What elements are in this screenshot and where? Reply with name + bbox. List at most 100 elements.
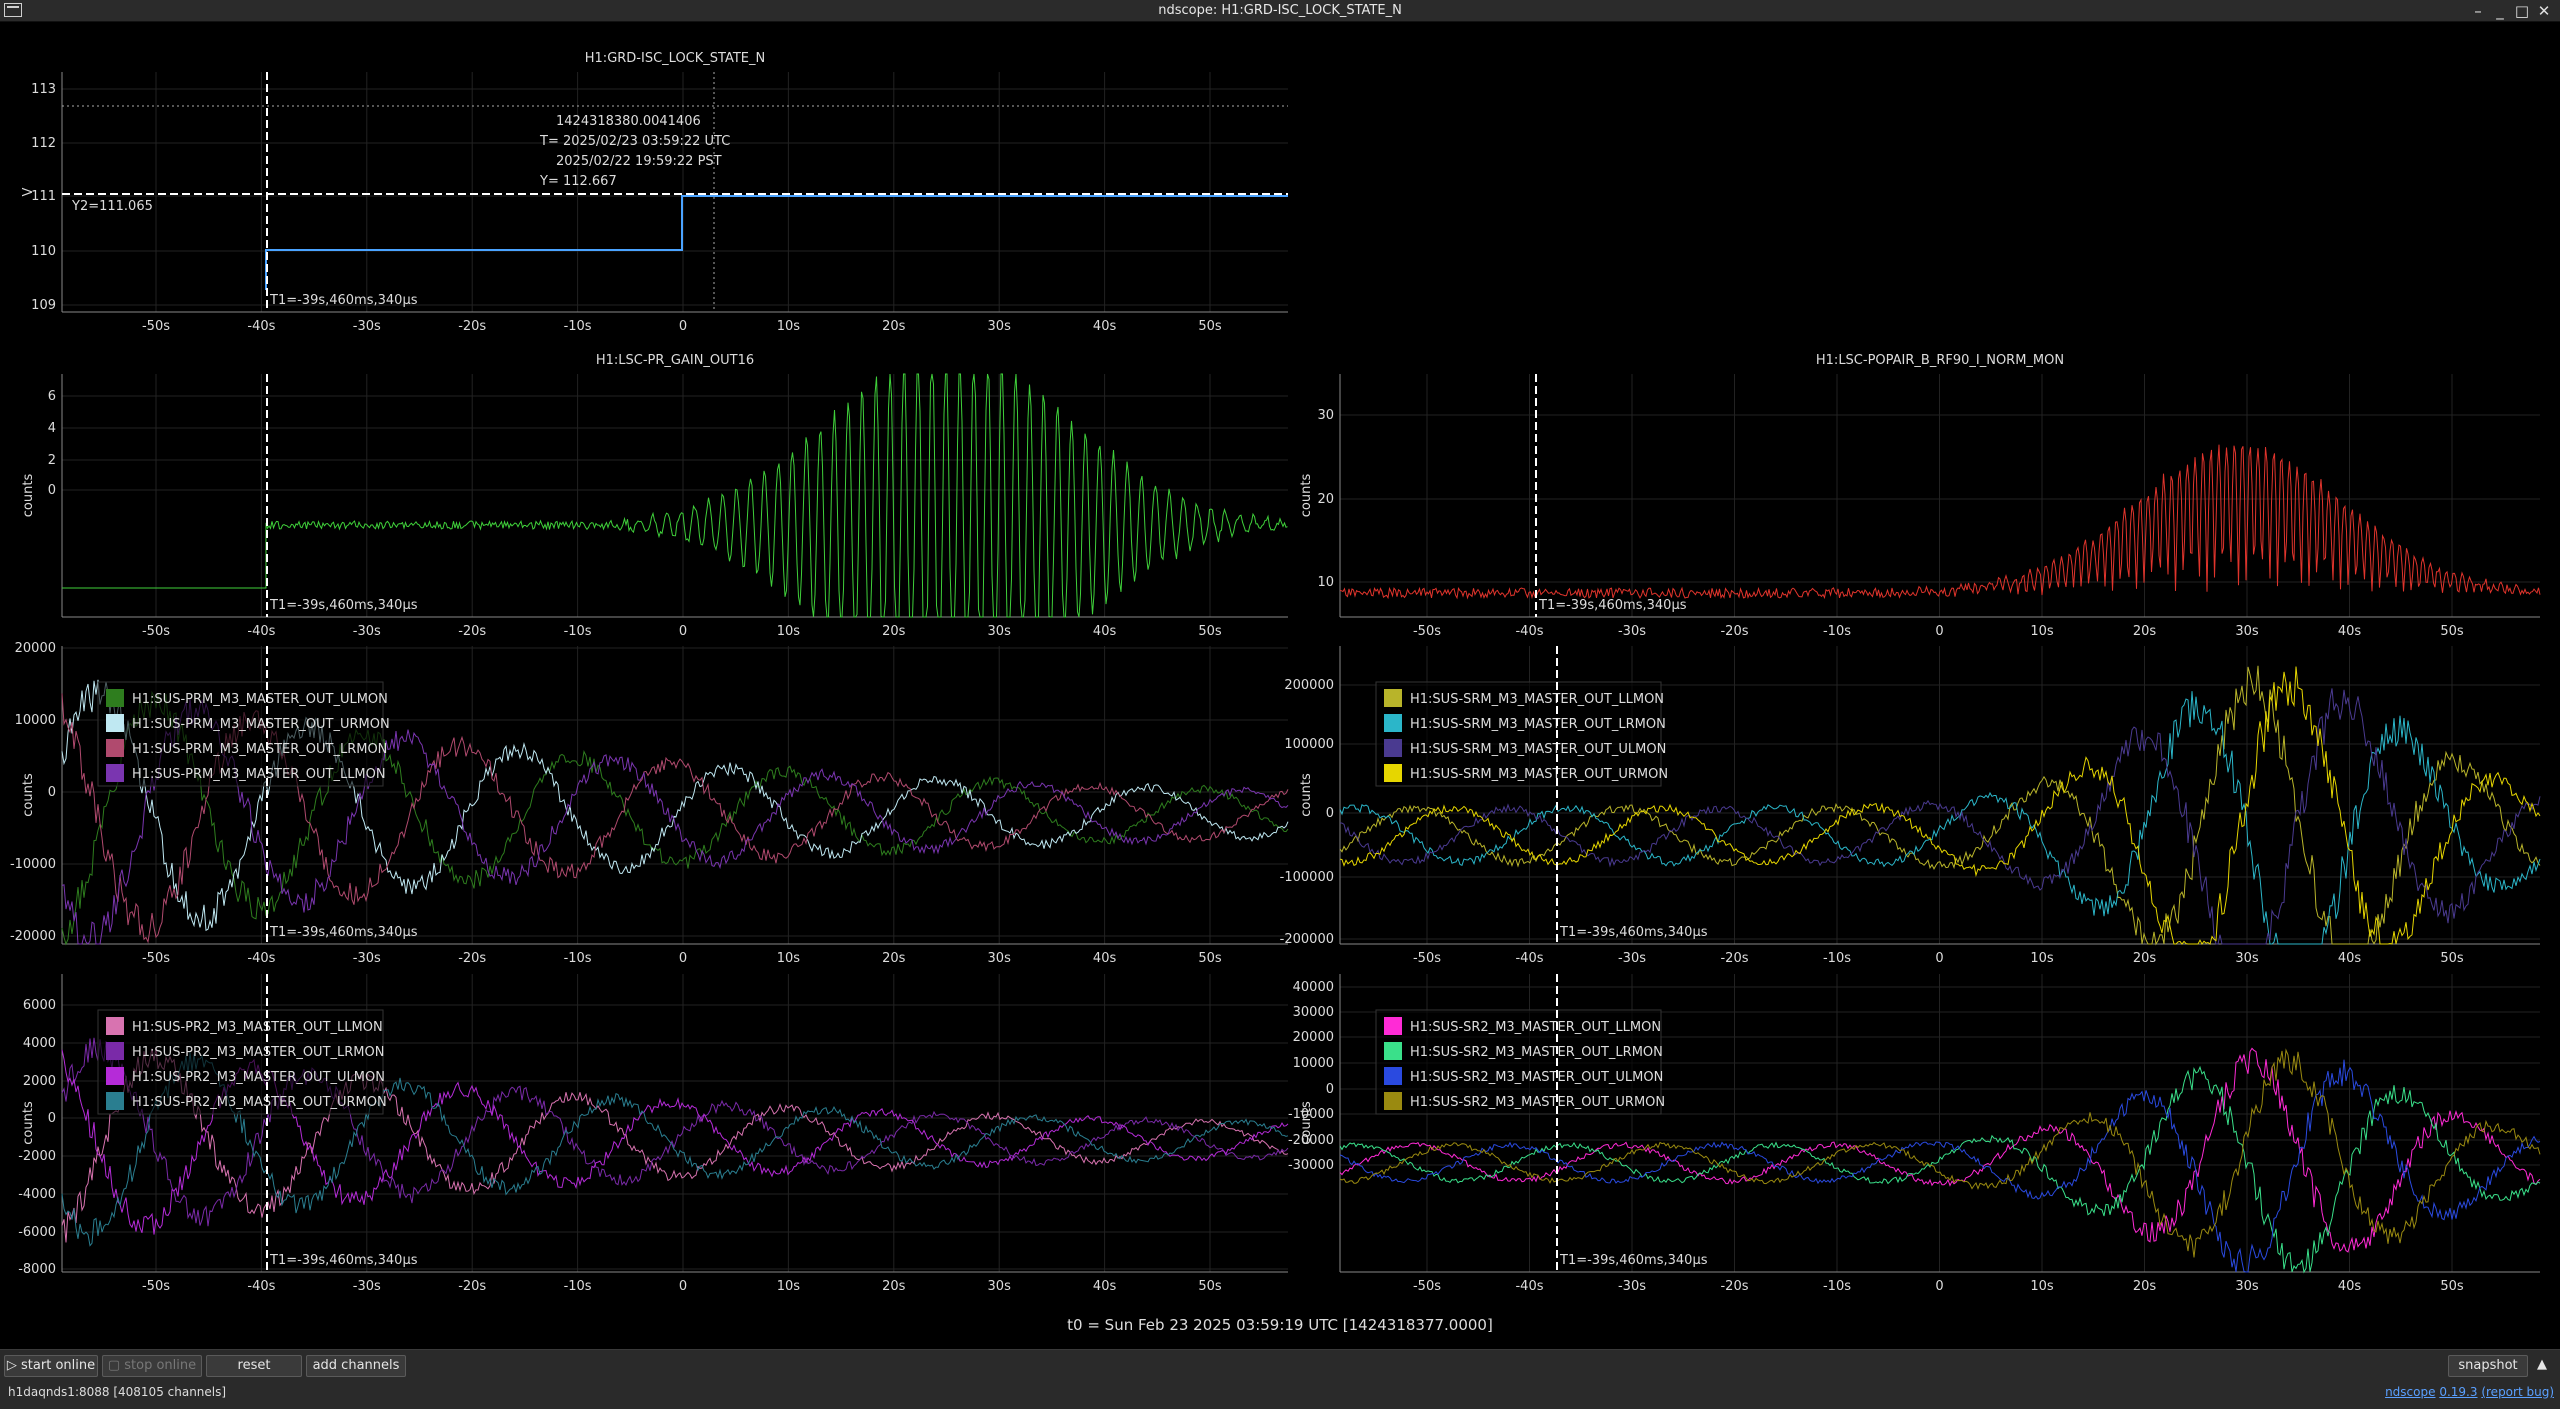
x-tick-label: -30s: [353, 624, 381, 639]
x-tick-label: 50s: [1198, 624, 1222, 639]
minimize-icon[interactable]: –: [2468, 1, 2488, 21]
x-tick-label: 50s: [1198, 319, 1222, 334]
x-tick-label: 0: [1935, 951, 1943, 966]
plot-title: H1:GRD-ISC_LOCK_STATE_N: [585, 51, 765, 66]
t1-cursor-label: T1=-39s,460ms,340µs: [269, 1253, 418, 1268]
legend-swatch: [106, 739, 124, 757]
y-tick-label: 10: [1317, 575, 1334, 590]
legend-swatch: [1384, 1042, 1402, 1060]
t1-cursor-label: T1=-39s,460ms,340µs: [269, 293, 418, 308]
y2-label: Y2=111.065: [71, 199, 153, 214]
plot-area[interactable]: -50s -40s -30s -20s -10s 0 10s 20s 30s 40s 50s 113 1…: [0, 22, 2560, 1349]
server-status: h1daqnds1:8088 [408105 channels]: [8, 1385, 227, 1399]
x-tick-label: 40s: [2338, 624, 2362, 639]
x-tick-label: 20s: [2133, 624, 2157, 639]
x-tick-label: 30s: [988, 1279, 1012, 1294]
x-tick-label: 30s: [988, 319, 1012, 334]
y-tick-label: 6: [48, 389, 56, 404]
x-tick-label: -50s: [142, 1279, 170, 1294]
x-tick-label: 10s: [777, 624, 801, 639]
y-tick-label: 109: [31, 298, 56, 313]
x-tick-label: -10s: [564, 319, 592, 334]
window-title: ndscope: H1:GRD-ISC_LOCK_STATE_N: [1158, 3, 1402, 18]
y-tick-label: 0: [48, 483, 56, 498]
y-tick-label: 0: [48, 785, 56, 800]
x-tick-label: 0: [679, 319, 687, 334]
report-bug-link[interactable]: (report bug): [2481, 1385, 2554, 1399]
x-tick-label: 10s: [777, 951, 801, 966]
y-tick-label: -30000: [1288, 1158, 1334, 1173]
legend-swatch: [106, 689, 124, 707]
legend-swatch: [106, 1092, 124, 1110]
y-tick-label: 40000: [1293, 980, 1334, 995]
x-tick-label: -30s: [1618, 951, 1646, 966]
plot-title: H1:LSC-POPAIR_B_RF90_I_NORM_MON: [1816, 353, 2064, 368]
plot-title: H1:LSC-PR_GAIN_OUT16: [596, 353, 754, 368]
y-tick-label: 10000: [15, 713, 56, 728]
x-tick-label: -10s: [564, 1279, 592, 1294]
x-tick-label: 20s: [882, 319, 906, 334]
legend-swatch: [106, 1017, 124, 1035]
x-tick-label: -20s: [1720, 624, 1748, 639]
add-channels-button[interactable]: add channels: [306, 1355, 406, 1377]
x-tick-label: -20s: [458, 624, 486, 639]
ndscope-link[interactable]: ndscope: [2385, 1385, 2435, 1399]
x-tick-label: 0: [679, 624, 687, 639]
x-tick-label: -10s: [1823, 1279, 1851, 1294]
start-online-label: start online: [21, 1358, 96, 1373]
x-tick-label: 40s: [1093, 624, 1117, 639]
x-tick-label: -20s: [1720, 951, 1748, 966]
legend-label: H1:SUS-SR2_M3_MASTER_OUT_ULMON: [1410, 1070, 1663, 1085]
y-tick-label: 2: [48, 453, 56, 468]
shade-icon[interactable]: _: [2490, 1, 2510, 21]
x-tick-label: -40s: [247, 1279, 275, 1294]
x-tick-label: 0: [679, 1279, 687, 1294]
y-tick-label: -8000: [18, 1262, 56, 1277]
y-tick-label: -4000: [18, 1187, 56, 1202]
chevron-up-icon[interactable]: ▲: [2530, 1355, 2554, 1377]
x-tick-label: 0: [1935, 1279, 1943, 1294]
reset-button[interactable]: reset: [206, 1355, 302, 1377]
x-tick-label: 20s: [2133, 1279, 2157, 1294]
y-tick-label: -2000: [18, 1149, 56, 1164]
legend-label: H1:SUS-SRM_M3_MASTER_OUT_LLMON: [1410, 692, 1664, 707]
x-tick-label: 40s: [2338, 1279, 2362, 1294]
x-tick-label: -40s: [247, 624, 275, 639]
legend-swatch: [1384, 1017, 1402, 1035]
maximize-icon[interactable]: □: [2512, 1, 2532, 21]
legend-label: H1:SUS-PRM_M3_MASTER_OUT_URMON: [132, 717, 390, 732]
cursor-readout: 2025/02/22 19:59:22 PST: [556, 154, 722, 169]
y-axis-label: counts: [1299, 773, 1314, 817]
x-tick-label: 0: [679, 951, 687, 966]
x-tick-label: 50s: [2440, 1279, 2464, 1294]
version-link[interactable]: 0.19.3: [2439, 1385, 2477, 1399]
y-tick-label: -100000: [1280, 870, 1334, 885]
x-tick-label: 40s: [1093, 319, 1117, 334]
y-tick-label: -200000: [1280, 932, 1334, 947]
x-tick-label: -30s: [353, 951, 381, 966]
x-tick-label: 20s: [2133, 951, 2157, 966]
cursor-readout: T= 2025/02/23 03:59:22 UTC: [539, 134, 730, 149]
y-tick-label: -10000: [10, 857, 56, 872]
t0-label: t0 = Sun Feb 23 2025 03:59:19 UTC [14243…: [1067, 1316, 1493, 1334]
x-tick-label: -40s: [1515, 951, 1543, 966]
x-tick-label: -50s: [1413, 1279, 1441, 1294]
version-info: ndscope 0.19.3 (report bug): [2385, 1385, 2554, 1399]
legend-label: H1:SUS-PRM_M3_MASTER_OUT_LRMON: [132, 742, 387, 757]
y-tick-label: 10000: [1293, 1056, 1334, 1071]
stop-online-button[interactable]: ▢ stop online: [102, 1355, 202, 1377]
legend-swatch: [1384, 689, 1402, 707]
legend-label: H1:SUS-SR2_M3_MASTER_OUT_URMON: [1410, 1095, 1665, 1110]
close-icon[interactable]: ✕: [2534, 1, 2554, 21]
snapshot-button[interactable]: snapshot: [2448, 1355, 2528, 1377]
bottom-toolbar: ▷ start online ▢ stop online reset add c…: [0, 1349, 2560, 1409]
t1-cursor-label: T1=-39s,460ms,340µs: [1559, 1253, 1708, 1268]
x-tick-label: 20s: [882, 1279, 906, 1294]
x-tick-label: -40s: [247, 319, 275, 334]
y-tick-label: 6000: [23, 998, 56, 1013]
y-tick-label: -20000: [10, 929, 56, 944]
legend-label: H1:SUS-PR2_M3_MASTER_OUT_LLMON: [132, 1020, 383, 1035]
window-titlebar: ndscope: H1:GRD-ISC_LOCK_STATE_N – _ □ ✕: [0, 0, 2560, 22]
start-online-button[interactable]: ▷ start online: [4, 1355, 98, 1377]
x-tick-label: -40s: [1515, 1279, 1543, 1294]
